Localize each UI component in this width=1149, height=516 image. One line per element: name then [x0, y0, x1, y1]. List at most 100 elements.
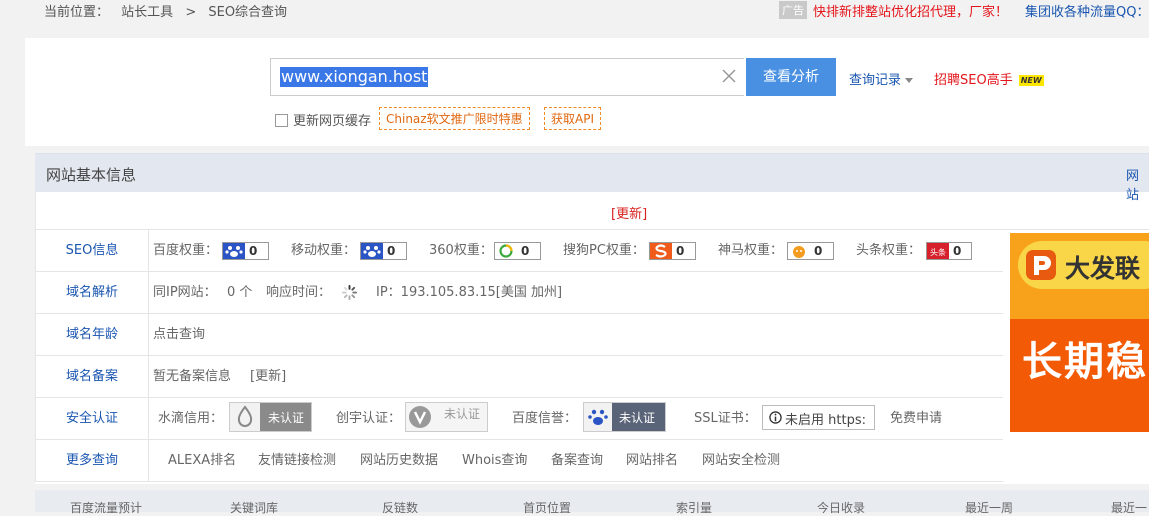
- site-security-link[interactable]: 网站安全检测: [702, 440, 780, 481]
- promo-link-chinaz[interactable]: Chinaz软文推广限时特惠: [379, 107, 530, 130]
- ssl-label: SSL证书：: [694, 411, 757, 426]
- ad-link-2[interactable]: 集团收各种流量QQ：: [1025, 1, 1149, 20]
- ad-logo-text: 大发联: [1065, 254, 1141, 283]
- col-last-week: 最近一周: [965, 501, 1014, 515]
- toutiao-weight-label: 头条权重：: [856, 243, 922, 258]
- col-index: 索引量: [676, 501, 713, 515]
- paw-icon: [584, 403, 612, 431]
- baidu-weight-value: 0: [249, 244, 258, 258]
- 360-weight-badge[interactable]: 0: [494, 242, 541, 260]
- 360-weight-value: 0: [521, 244, 530, 258]
- query-history-label: 查询记录: [849, 73, 902, 88]
- domain-age-row: 域名年龄 点击查询: [35, 314, 1003, 356]
- response-time-label: 响应时间：: [266, 285, 332, 300]
- toutiao-weight-value: 0: [953, 244, 962, 258]
- hire-seo-link[interactable]: 招聘SEO高手 NEW: [934, 69, 1044, 88]
- update-cache-checkbox[interactable]: 更新网页缓存: [275, 110, 371, 129]
- crumb-seo-query[interactable]: SEO综合查询: [208, 5, 287, 20]
- brand-logo-icon: [1026, 250, 1056, 280]
- click-query-link[interactable]: 点击查询: [153, 314, 205, 355]
- row-label: 域名解析: [36, 272, 149, 313]
- sogou-weight-badge[interactable]: 0: [649, 242, 696, 260]
- chuangyu-badge[interactable]: 未认证: [405, 402, 488, 432]
- crumb-webmaster-tools[interactable]: 站长工具: [121, 5, 173, 20]
- chuangyu-badge-text: 未认证: [444, 407, 481, 421]
- update-link[interactable]: [更新]: [611, 203, 647, 222]
- toutiao-weight-badge[interactable]: 头条 0: [926, 242, 972, 260]
- svg-text:头条: 头条: [930, 247, 946, 257]
- paw-icon: [361, 243, 383, 259]
- analyze-button[interactable]: 查看分析: [746, 58, 836, 96]
- site-basic-info: 网站基本信息 网站 [更新] SEO信息 百度权重： 0 移动权重： 0 360…: [35, 153, 1149, 484]
- 360-icon: [495, 243, 517, 259]
- hire-seo-label: 招聘SEO高手: [934, 73, 1013, 88]
- breadcrumb: 当前位置： 站长工具 > SEO综合查询: [44, 1, 287, 20]
- whois-link[interactable]: Whois查询: [462, 440, 527, 481]
- alexa-rank-link[interactable]: ALEXA排名: [168, 440, 236, 481]
- paw-icon: [223, 243, 245, 259]
- row-label: 域名年龄: [36, 314, 149, 355]
- close-icon[interactable]: [720, 67, 738, 85]
- search-input[interactable]: www.xiongan.host: [270, 58, 744, 96]
- v-shield-icon: [409, 406, 431, 428]
- col-last-month: 最近一: [1111, 501, 1148, 515]
- update-row: [更新]: [35, 192, 1149, 230]
- baidu-credit-label: 百度信誉：: [512, 411, 578, 426]
- shuidi-label: 水滴信用：: [158, 411, 224, 426]
- same-ip-count[interactable]: 0 个: [227, 272, 252, 313]
- crumb-separator: >: [185, 5, 197, 20]
- chevron-down-icon: [905, 78, 914, 83]
- sogou-weight-value: 0: [676, 244, 685, 258]
- icp-row: 域名备案 暂无备案信息 [更新]: [35, 356, 1003, 398]
- dns-row: 域名解析 同IP网站： 0 个 响应时间： IP：193.105.83.15[美…: [35, 272, 1003, 314]
- icp-query-link[interactable]: 备案查询: [551, 440, 603, 481]
- mobile-weight-badge[interactable]: 0: [360, 242, 407, 260]
- shenma-weight-label: 神马权重：: [718, 243, 784, 258]
- site-rank-link[interactable]: 网站排名: [626, 440, 678, 481]
- shenma-weight-badge[interactable]: 0: [787, 242, 834, 260]
- col-backlinks: 反链数: [382, 501, 419, 515]
- col-today: 今日收录: [817, 501, 866, 515]
- side-ad-banner[interactable]: 大发联 长期稳: [1010, 233, 1149, 432]
- section-header: 网站基本信息 网站: [35, 154, 1149, 203]
- shuidi-badge[interactable]: 未认证: [229, 402, 312, 432]
- baidu-weight-badge[interactable]: 0: [222, 242, 269, 260]
- more-query-row: 更多查询 ALEXA排名 友情链接检测 网站历史数据 Whois查询 备案查询 …: [35, 440, 1003, 482]
- col-keywords: 关键词库: [230, 501, 279, 515]
- shenma-weight-value: 0: [814, 244, 823, 258]
- query-history-link[interactable]: 查询记录: [849, 69, 914, 88]
- new-badge: NEW: [1018, 75, 1044, 86]
- checkbox-icon[interactable]: [275, 114, 288, 127]
- 360-weight-label: 360权重：: [429, 243, 493, 258]
- location-label: 当前位置：: [44, 5, 110, 20]
- mobile-weight-value: 0: [387, 244, 396, 258]
- icp-update-link[interactable]: [更新]: [250, 356, 286, 397]
- baidu-weight-label: 百度权重：: [153, 243, 219, 258]
- friend-link-check-link[interactable]: 友情链接检测: [258, 440, 336, 481]
- search-input-value: www.xiongan.host: [280, 67, 429, 87]
- chuangyu-label: 创宇认证：: [336, 411, 402, 426]
- free-apply-link[interactable]: 免费申请: [890, 398, 942, 439]
- security-row: 安全认证 水滴信用： 未认证 创宇认证： 未认证 百度信誉： 未认证 SSL证书…: [35, 398, 1003, 440]
- ad-link[interactable]: 快排新排整站优化招代理，厂家！: [813, 1, 1008, 20]
- ip-link[interactable]: IP：193.105.83.15[美国 加州]: [376, 272, 562, 313]
- info-icon: [769, 411, 782, 424]
- row-label: 域名备案: [36, 356, 149, 397]
- sogou-icon: [650, 243, 672, 259]
- baidu-credit-badge[interactable]: 未认证: [583, 402, 666, 432]
- same-ip-label: 同IP网站：: [153, 285, 217, 300]
- ssl-status-text: 未启用 https:: [785, 413, 866, 428]
- row-label: 安全认证: [36, 398, 149, 439]
- water-drop-icon: [230, 403, 260, 431]
- search-panel: www.xiongan.host 查看分析 查询记录 招聘SEO高手 NEW 更新…: [25, 38, 1149, 146]
- get-api-link[interactable]: 获取API: [544, 107, 601, 130]
- section-title: 网站基本信息: [46, 166, 137, 184]
- loading-spinner-icon: [342, 285, 357, 300]
- sogou-weight-label: 搜狗PC权重：: [563, 243, 645, 258]
- baidu-credit-badge-text: 未认证: [619, 411, 656, 425]
- toutiao-icon: 头条: [927, 243, 949, 259]
- col-home-position: 首页位置: [523, 501, 572, 515]
- ad-tag: 广告: [779, 1, 807, 19]
- mobile-weight-label: 移动权重：: [291, 243, 357, 258]
- site-history-link[interactable]: 网站历史数据: [360, 440, 438, 481]
